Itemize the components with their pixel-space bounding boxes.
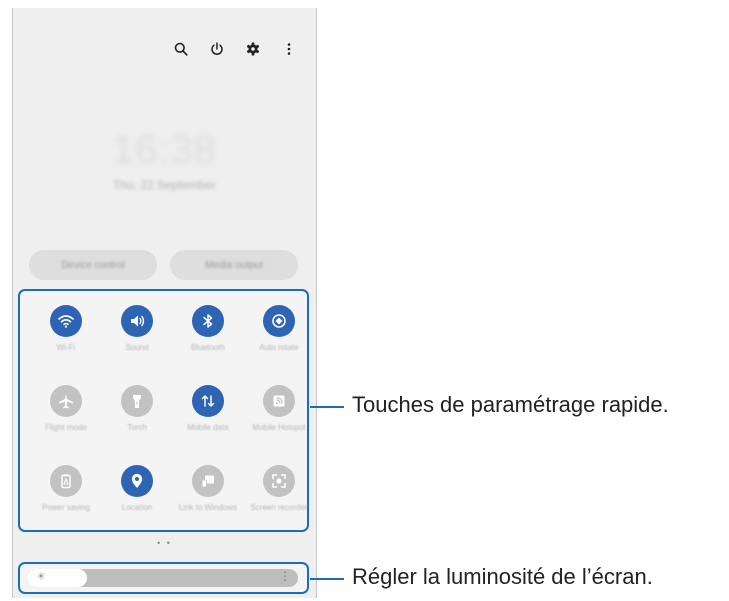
auto-rotate-icon: [263, 305, 295, 337]
tile-flight-mode[interactable]: Flight mode: [30, 385, 102, 432]
tile-torch[interactable]: Torch: [101, 385, 173, 432]
notification-panel: 16:38 Thu, 22 September Device control M…: [12, 8, 317, 598]
lock-clock: 16:38: [111, 128, 218, 172]
gear-icon[interactable]: [242, 38, 264, 60]
tile-label: Torch: [127, 423, 147, 432]
quick-settings-panel: Wi-Fi Sound Bluetooth Auto rotate Flight…: [18, 289, 309, 532]
brightness-callout-line: [310, 578, 344, 580]
device-control-button[interactable]: Device control: [29, 250, 157, 280]
brightness-slider[interactable]: ☀ ⋮: [27, 569, 298, 587]
page-indicator[interactable]: • •: [13, 538, 316, 548]
mobile-data-icon: [192, 385, 224, 417]
tile-label: Auto rotate: [259, 343, 299, 352]
quick-settings-callout-line: [310, 406, 344, 408]
tile-label: Location: [121, 503, 153, 512]
tile-label: Power saving: [41, 503, 91, 512]
power-icon[interactable]: [206, 38, 228, 60]
wifi-icon: [50, 305, 82, 337]
brightness-more-icon[interactable]: ⋮: [279, 569, 291, 583]
media-output-label: Media output: [205, 259, 263, 271]
tile-label: Sound: [125, 343, 149, 352]
tile-bluetooth[interactable]: Bluetooth: [172, 305, 244, 352]
tile-label: Wi-Fi: [56, 343, 76, 352]
bluetooth-icon: [192, 305, 224, 337]
power-saving-icon: [50, 465, 82, 497]
lock-date: Thu, 22 September: [113, 178, 216, 192]
more-vert-icon[interactable]: [278, 38, 300, 60]
tile-link-to-windows[interactable]: Link to Windows: [172, 465, 244, 512]
quick-settings-callout: Touches de paramétrage rapide.: [352, 392, 669, 417]
search-icon[interactable]: [170, 38, 192, 60]
tile-label: Link to Windows: [178, 503, 238, 512]
brightness-callout: Régler la luminosité de l’écran.: [352, 564, 653, 589]
tile-sound[interactable]: Sound: [101, 305, 173, 352]
tile-wifi[interactable]: Wi-Fi: [30, 305, 102, 352]
airplane-icon: [50, 385, 82, 417]
hotspot-icon: [263, 385, 295, 417]
link-windows-icon: [192, 465, 224, 497]
tile-hotspot[interactable]: Mobile Hotspot: [243, 385, 315, 432]
tile-label: Mobile data: [187, 423, 229, 432]
tile-power-saving[interactable]: Power saving: [30, 465, 102, 512]
tile-label: Mobile Hotspot: [252, 423, 306, 432]
location-icon: [121, 465, 153, 497]
sound-icon: [121, 305, 153, 337]
torch-icon: [121, 385, 153, 417]
top-icon-bar: [170, 38, 300, 60]
tile-location[interactable]: Location: [101, 465, 173, 512]
tile-label: Flight mode: [45, 423, 87, 432]
tile-mobile-data[interactable]: Mobile data: [172, 385, 244, 432]
screen-recorder-icon: [263, 465, 295, 497]
media-output-button[interactable]: Media output: [170, 250, 298, 280]
tile-label: Screen recorder: [250, 503, 308, 512]
tile-screen-recorder[interactable]: Screen recorder: [243, 465, 315, 512]
brightness-panel: ☀ ⋮: [18, 562, 309, 594]
tile-label: Bluetooth: [191, 343, 225, 352]
tile-auto-rotate[interactable]: Auto rotate: [243, 305, 315, 352]
device-control-label: Device control: [61, 259, 125, 271]
sun-icon: ☀: [36, 571, 46, 583]
